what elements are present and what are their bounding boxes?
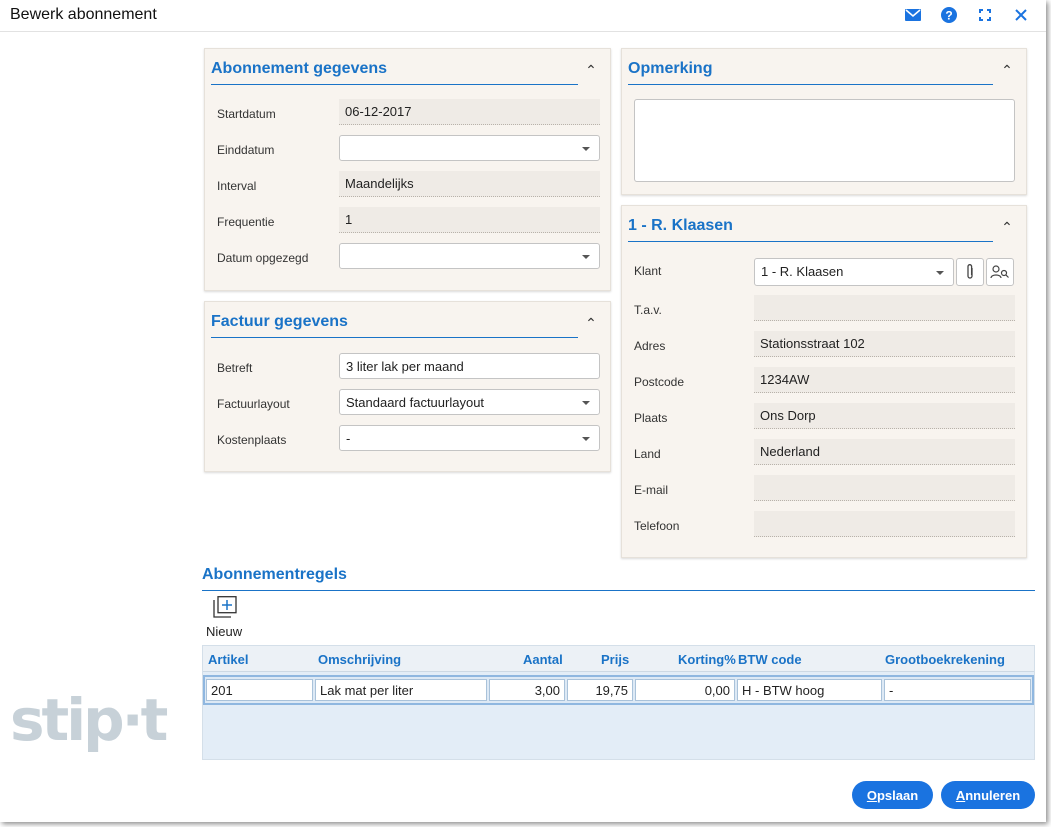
kostenplaats-dropdown[interactable]: - bbox=[339, 425, 600, 451]
col-artikel[interactable]: Artikel bbox=[208, 652, 248, 667]
klant-dropdown[interactable]: 1 - R. Klaasen bbox=[754, 258, 954, 286]
frequentie-field: 1 bbox=[339, 207, 600, 233]
save-accesskey: O bbox=[866, 787, 877, 803]
new-line-button[interactable]: Nieuw bbox=[206, 596, 250, 640]
adres-field: Stationsstraat 102 bbox=[754, 331, 1015, 357]
col-omschrijving[interactable]: Omschrijving bbox=[318, 652, 401, 667]
cancel-button[interactable]: Annuleren bbox=[941, 781, 1035, 809]
tav-label: T.a.v. bbox=[634, 303, 662, 317]
regels-title: Abonnementregels bbox=[202, 566, 347, 583]
kostenplaats-value: - bbox=[346, 431, 351, 446]
klant-panel: 1 - R. Klaasen ⌃ Klant 1 - R. Klaasen T.… bbox=[621, 205, 1027, 558]
factuur-panel: Factuur gegevens ⌃ Betreft 3 liter lak p… bbox=[204, 301, 611, 472]
close-icon[interactable] bbox=[1012, 6, 1030, 24]
frequentie-label: Frequentie bbox=[217, 215, 275, 229]
interval-label: Interval bbox=[217, 179, 257, 193]
adres-label: Adres bbox=[634, 339, 666, 353]
paperclip-icon bbox=[967, 264, 973, 279]
factuurlayout-value: Standaard factuurlayout bbox=[346, 395, 485, 410]
klant-value: 1 - R. Klaasen bbox=[761, 264, 844, 279]
betreft-label: Betreft bbox=[217, 361, 253, 375]
save-button[interactable]: Opslaan bbox=[852, 781, 933, 809]
factuur-header: Factuur gegevens bbox=[211, 312, 578, 338]
add-document-icon bbox=[213, 596, 237, 618]
opmerking-textarea[interactable] bbox=[634, 99, 1015, 182]
regels-grid: Artikel Omschrijving Aantal Prijs Kortin… bbox=[202, 645, 1035, 760]
cell-aantal[interactable]: 3,00 bbox=[489, 679, 565, 701]
cell-artikel[interactable]: 201 bbox=[206, 679, 313, 701]
cancel-accesskey: A bbox=[955, 787, 966, 803]
postcode-field: 1234AW bbox=[754, 367, 1015, 393]
grid-header: Artikel Omschrijving Aantal Prijs Kortin… bbox=[203, 646, 1034, 672]
dialog: Bewerk abonnement ? stip·t Abonnement ge… bbox=[0, 0, 1046, 822]
chevron-down-icon bbox=[582, 255, 590, 259]
logo: stip·t bbox=[10, 686, 168, 754]
chevron-down-icon bbox=[936, 271, 944, 275]
factuurlayout-dropdown[interactable]: Standaard factuurlayout bbox=[339, 389, 600, 415]
land-field: Nederland bbox=[754, 439, 1015, 465]
mail-icon[interactable] bbox=[904, 6, 922, 24]
col-korting[interactable]: Korting% bbox=[678, 652, 736, 667]
help-icon[interactable]: ? bbox=[940, 6, 958, 24]
col-aantal[interactable]: Aantal bbox=[523, 652, 563, 667]
factuurlayout-label: Factuurlayout bbox=[217, 397, 290, 411]
abonnement-header: Abonnement gegevens bbox=[211, 59, 578, 85]
email-field bbox=[754, 475, 1015, 501]
abonnement-panel: Abonnement gegevens ⌃ Startdatum 06-12-2… bbox=[204, 48, 611, 291]
einddatum-label: Einddatum bbox=[217, 143, 275, 157]
email-label: E-mail bbox=[634, 483, 669, 497]
telefoon-label: Telefoon bbox=[634, 519, 680, 533]
cancel-label: nnuleren bbox=[965, 787, 1021, 803]
col-prijs[interactable]: Prijs bbox=[601, 652, 629, 667]
land-label: Land bbox=[634, 447, 661, 461]
cell-korting[interactable]: 0,00 bbox=[635, 679, 735, 701]
klant-title: 1 - R. Klaasen bbox=[628, 217, 733, 234]
kostenplaats-label: Kostenplaats bbox=[217, 433, 287, 447]
opmerking-title: Opmerking bbox=[628, 60, 713, 77]
svg-text:?: ? bbox=[945, 9, 952, 23]
einddatum-dropdown[interactable] bbox=[339, 135, 600, 161]
paperclip-button[interactable] bbox=[956, 258, 984, 286]
table-row[interactable]: 201 Lak mat per liter 3,00 19,75 0,00 H … bbox=[203, 675, 1034, 705]
chevron-down-icon bbox=[582, 437, 590, 441]
opgezegd-label: Datum opgezegd bbox=[217, 251, 309, 265]
opmerking-header: Opmerking bbox=[628, 59, 993, 85]
klant-header: 1 - R. Klaasen bbox=[628, 216, 993, 242]
new-line-label: Nieuw bbox=[206, 624, 243, 639]
abonnement-title: Abonnement gegevens bbox=[211, 60, 388, 77]
plaats-label: Plaats bbox=[634, 411, 668, 425]
betreft-input[interactable]: 3 liter lak per maand bbox=[339, 353, 600, 379]
collapse-opmerking-icon[interactable]: ⌃ bbox=[1000, 63, 1014, 77]
startdatum-label: Startdatum bbox=[217, 107, 276, 121]
contact-search-icon bbox=[990, 265, 1009, 279]
title-bar: Bewerk abonnement ? bbox=[0, 0, 1046, 32]
save-label: pslaan bbox=[876, 787, 919, 803]
chevron-down-icon bbox=[582, 147, 590, 151]
collapse-factuur-icon[interactable]: ⌃ bbox=[584, 316, 598, 330]
cell-grootboek[interactable]: - bbox=[884, 679, 1031, 701]
col-btw[interactable]: BTW code bbox=[738, 652, 802, 667]
find-contact-button[interactable] bbox=[986, 258, 1014, 286]
plaats-field: Ons Dorp bbox=[754, 403, 1015, 429]
cell-btw[interactable]: H - BTW hoog bbox=[737, 679, 882, 701]
collapse-abonnement-icon[interactable]: ⌃ bbox=[584, 63, 598, 77]
telefoon-field bbox=[754, 511, 1015, 537]
chevron-down-icon bbox=[582, 401, 590, 405]
cell-omschrijving[interactable]: Lak mat per liter bbox=[315, 679, 487, 701]
klant-label: Klant bbox=[634, 264, 662, 278]
regels-divider bbox=[202, 590, 1035, 591]
opmerking-panel: Opmerking ⌃ bbox=[621, 48, 1027, 195]
window-title: Bewerk abonnement bbox=[10, 6, 157, 23]
startdatum-field: 06-12-2017 bbox=[339, 99, 600, 125]
interval-field: Maandelijks bbox=[339, 171, 600, 197]
col-grootboek[interactable]: Grootboekrekening bbox=[885, 652, 1005, 667]
collapse-klant-icon[interactable]: ⌃ bbox=[1000, 220, 1014, 234]
tav-field bbox=[754, 295, 1015, 321]
cell-prijs[interactable]: 19,75 bbox=[567, 679, 633, 701]
opgezegd-dropdown[interactable] bbox=[339, 243, 600, 269]
postcode-label: Postcode bbox=[634, 375, 685, 389]
factuur-title: Factuur gegevens bbox=[211, 313, 348, 330]
maximize-icon[interactable] bbox=[976, 6, 994, 24]
